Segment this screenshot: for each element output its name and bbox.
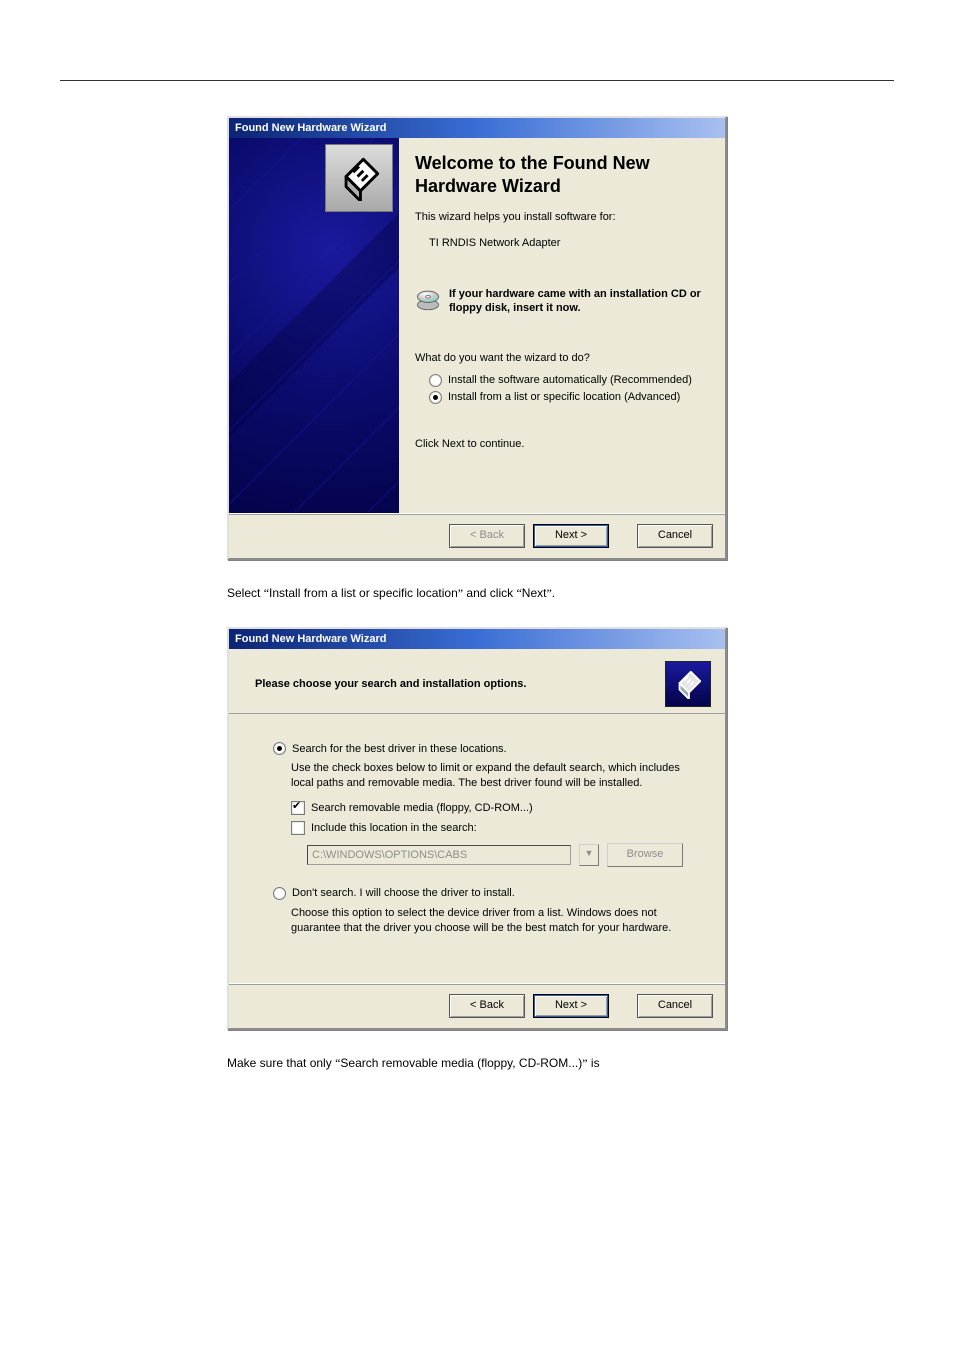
dialog1-titlebar: Found New Hardware Wizard — [229, 118, 725, 138]
device-name: TI RNDIS Network Adapter — [429, 237, 711, 249]
radio-advanced[interactable] — [429, 391, 442, 404]
path-row: ▼ Browse — [307, 843, 703, 867]
dialog2-body: Search for the best driver in these loca… — [229, 714, 725, 983]
hardware-icon — [325, 144, 393, 212]
option-dont-search-block: Don't search. I will choose the driver t… — [273, 887, 703, 936]
dialog2-header-title: Please choose your search and installati… — [255, 678, 526, 690]
check-removable-row[interactable]: Search removable media (floppy, CD-ROM..… — [291, 801, 703, 815]
radio-auto-label: Install the software automatically (Reco… — [448, 374, 692, 386]
check-include-location-label: Include this location in the search: — [311, 822, 477, 834]
welcome-dialog: Found New Hardware Wizard Welcome to the… — [227, 116, 727, 560]
radio-dont-search[interactable] — [273, 887, 286, 900]
radio-dont-search-row[interactable]: Don't search. I will choose the driver t… — [273, 887, 703, 900]
cd-hint-row: If your hardware came with an installati… — [415, 287, 711, 316]
cd-hint-text: If your hardware came with an installati… — [449, 287, 711, 316]
instruction-1: Select “Install from a list or specific … — [227, 586, 727, 601]
cancel-button[interactable]: Cancel — [637, 994, 713, 1018]
check-removable[interactable] — [291, 801, 305, 815]
wizard-heading: Welcome to the Found New Hardware Wizard — [415, 152, 711, 197]
cd-icon — [415, 287, 441, 313]
browse-button: Browse — [607, 843, 683, 867]
check-removable-label: Search removable media (floppy, CD-ROM..… — [311, 802, 533, 814]
click-next-text: Click Next to continue. — [415, 438, 711, 450]
next-button[interactable]: Next > — [533, 994, 609, 1018]
radio-search-label: Search for the best driver in these loca… — [292, 743, 507, 755]
wizard-intro-text: This wizard helps you install software f… — [415, 211, 711, 223]
path-dropdown-button: ▼ — [579, 844, 599, 866]
wizard-question: What do you want the wizard to do? — [415, 352, 711, 364]
radio-advanced-label: Install from a list or specific location… — [448, 391, 680, 403]
dialog1-body: Welcome to the Found New Hardware Wizard… — [229, 138, 725, 513]
hardware-icon — [665, 661, 711, 707]
path-input — [307, 845, 571, 865]
wizard-side-art — [229, 138, 399, 513]
check-include-location[interactable] — [291, 821, 305, 835]
check-include-location-row[interactable]: Include this location in the search: — [291, 821, 703, 835]
back-button: < Back — [449, 524, 525, 548]
radio-auto-row[interactable]: Install the software automatically (Reco… — [429, 374, 711, 387]
dialog2-titlebar: Found New Hardware Wizard — [229, 629, 725, 649]
instruction-2: Make sure that only “Search removable me… — [227, 1056, 727, 1071]
search-options-dialog: Found New Hardware Wizard Please choose … — [227, 627, 727, 1030]
radio-search-row[interactable]: Search for the best driver in these loca… — [273, 742, 703, 755]
radio-search[interactable] — [273, 742, 286, 755]
back-button[interactable]: < Back — [449, 994, 525, 1018]
radio-auto[interactable] — [429, 374, 442, 387]
dialog1-content: Welcome to the Found New Hardware Wizard… — [399, 138, 725, 513]
dialog1-buttonbar: < Back Next > Cancel — [229, 513, 725, 558]
radio-search-desc: Use the check boxes below to limit or ex… — [291, 761, 703, 791]
radio-dont-search-desc: Choose this option to select the device … — [291, 906, 703, 936]
page-divider — [60, 80, 894, 81]
cancel-button[interactable]: Cancel — [637, 524, 713, 548]
radio-advanced-row[interactable]: Install from a list or specific location… — [429, 391, 711, 404]
option-search-block: Search for the best driver in these loca… — [273, 742, 703, 867]
dialog2-header: Please choose your search and installati… — [229, 649, 725, 714]
dialog2-buttonbar: < Back Next > Cancel — [229, 983, 725, 1028]
radio-dont-search-label: Don't search. I will choose the driver t… — [292, 887, 515, 899]
next-button[interactable]: Next > — [533, 524, 609, 548]
